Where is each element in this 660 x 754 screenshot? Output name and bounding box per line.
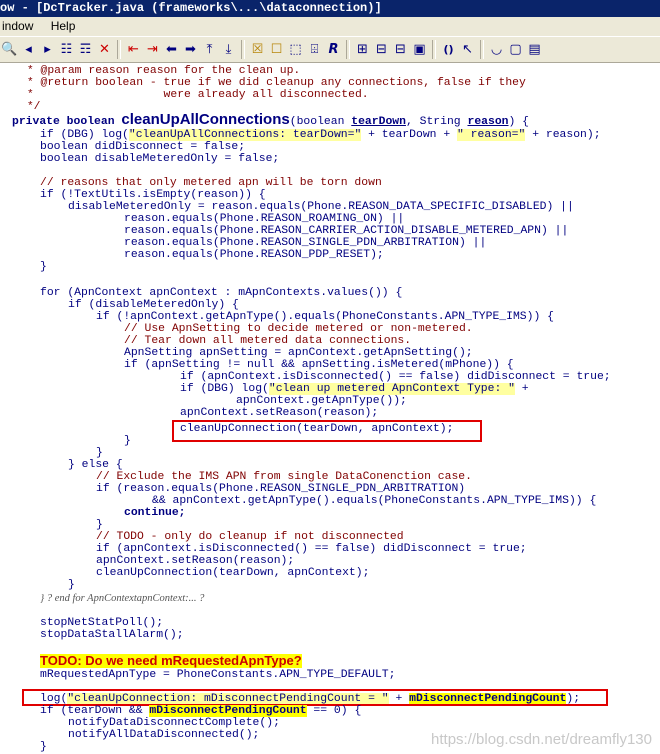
code-line: stopDataStallAlarm(); — [40, 629, 184, 641]
code-line: stopNetStatPoll(); — [40, 617, 164, 629]
layout-2-icon[interactable]: ⊟ — [373, 40, 390, 59]
code-line: if (apnContext.isDisconnected() == false… — [180, 371, 611, 383]
code-line: } — [96, 447, 103, 459]
binoculars-prev-icon[interactable]: ◂ — [20, 40, 37, 59]
code-line: if (reason.equals(Phone.REASON_SINGLE_PD… — [96, 483, 466, 495]
code-line: cleanUpConnection(tearDown, apnContext); — [96, 567, 370, 579]
jump-up-icon[interactable]: ⤒ — [201, 40, 218, 59]
code-line: // Exclude the IMS APN from single DataC… — [96, 471, 472, 483]
code-line: boolean disableMeteredOnly = false; — [40, 153, 280, 165]
code-line: } — [124, 435, 131, 447]
brace-icon[interactable]: ◡ — [488, 40, 505, 59]
code-line: notifyAllDataDisconnected(); — [68, 729, 260, 741]
layout-4-icon[interactable]: ▣ — [411, 40, 428, 59]
toolbar-separator — [117, 40, 121, 59]
toolbar: 🔍 ◂ ▸ ☷ ☶ ✕ ⇤ ⇥ ⬅ ➡ ⤒ ⤓ ☒ ☐ ⬚ ⌹ R ⊞ ⊟ ⊟ … — [0, 36, 660, 63]
arrow-right-icon[interactable]: ➡ — [182, 40, 199, 59]
code-line: if (!apnContext.getApnType().equals(Phon… — [96, 311, 554, 323]
code-line: apnContext.getApnType()); — [236, 395, 407, 407]
code-line: ApnSetting apnSetting = apnContext.getAp… — [124, 347, 473, 359]
code-line: reason.equals(Phone.REASON_CARRIER_ACTIO… — [124, 225, 569, 237]
todo-note: TODO: Do we need mRequestedApnType? — [40, 653, 302, 668]
toolbar-separator — [241, 40, 245, 59]
code-line: } — [68, 579, 75, 591]
code-line: // TODO - only do cleanup if not disconn… — [96, 531, 404, 543]
code-line: if (DBG) log("cleanUpAllConnections: tea… — [40, 129, 601, 141]
code-line: } — [40, 261, 47, 273]
watermark: https://blog.csdn.net/dreamfly130 — [431, 731, 652, 748]
jump-out-icon[interactable]: ⤓ — [220, 40, 237, 59]
code-line: if (tearDown && mDisconnectPendingCount … — [40, 705, 362, 717]
annotation-box — [172, 420, 482, 442]
extra-icon[interactable]: ▤ — [526, 40, 543, 59]
code-line: notifyDataDisconnectComplete(); — [68, 717, 280, 729]
code-line: if (apnContext.isDisconnected() == false… — [96, 543, 527, 555]
relation-icon[interactable]: ⬚ — [287, 40, 304, 59]
pointer-help-icon[interactable]: ↖ — [459, 40, 476, 59]
code-line: if (apnSetting != null && apnSetting.isM… — [124, 359, 514, 371]
code-line: // reasons that only metered apn will be… — [40, 177, 382, 189]
method-name: cleanUpAllConnections — [121, 111, 290, 128]
code-line: if (disableMeteredOnly) { — [68, 299, 239, 311]
method-signature: private boolean cleanUpAllConnections(bo… — [12, 111, 530, 128]
end-for-annotation: } ? end for ApnContextapnContext:... ? — [40, 593, 205, 604]
annotation-box — [22, 689, 608, 706]
code-line: * @return boolean - true if we did clean… — [20, 77, 526, 89]
toolbar-separator — [432, 40, 436, 59]
code-line: reason.equals(Phone.REASON_ROAMING_ON) |… — [124, 213, 405, 225]
code-line: && apnContext.getApnType().equals(PhoneC… — [152, 495, 597, 507]
binoculars-alt-icon[interactable]: ☶ — [77, 40, 94, 59]
regex-r-icon[interactable]: R — [325, 40, 342, 59]
menu-bar: indow Help — [0, 17, 660, 36]
binoculars-next-icon[interactable]: ▸ — [39, 40, 56, 59]
symbol-window-icon[interactable]: ☐ — [268, 40, 285, 59]
toolbar-separator — [346, 40, 350, 59]
code-line: if (!TextUtils.isEmpty(reason)) { — [40, 189, 266, 201]
code-line: // Use ApnSetting to decide metered or n… — [124, 323, 473, 335]
menu-window[interactable]: indow — [0, 19, 35, 33]
code-line: * @param reason reason for the clean up. — [20, 65, 301, 77]
code-line: */ — [20, 101, 41, 113]
code-line: boolean didDisconnect = false; — [40, 141, 246, 153]
code-line: if (DBG) log("clean up metered ApnContex… — [180, 383, 529, 395]
binoculars-all-icon[interactable]: ☷ — [58, 40, 75, 59]
code-line: disableMeteredOnly = reason.equals(Phone… — [68, 201, 574, 213]
book-icon[interactable]: ⌹ — [306, 40, 323, 59]
code-line: apnContext.setReason(reason); — [180, 407, 379, 419]
lock-icon[interactable]: ☒ — [249, 40, 266, 59]
code-line: } — [96, 519, 103, 531]
code-line: reason.equals(Phone.REASON_SINGLE_PDN_AR… — [124, 237, 487, 249]
find-close-icon[interactable]: ✕ — [96, 40, 113, 59]
code-line: * were already all disconnected. — [20, 89, 369, 101]
code-line: for (ApnContext apnContext : mApnContext… — [40, 287, 403, 299]
binoculars-icon[interactable]: 🔍 — [1, 40, 18, 59]
arrow-left-icon[interactable]: ⬅ — [163, 40, 180, 59]
bookmark-right-icon[interactable]: ⇥ — [144, 40, 161, 59]
code-editor[interactable]: * @param reason reason for the clean up.… — [0, 63, 660, 754]
code-line: reason.equals(Phone.REASON_PDP_RESET); — [124, 249, 384, 261]
code-line: // Tear down all metered data connection… — [124, 335, 412, 347]
query-icon[interactable]: () — [440, 40, 457, 59]
layout-1-icon[interactable]: ⊞ — [354, 40, 371, 59]
layout-3-icon[interactable]: ⊟ — [392, 40, 409, 59]
code-line: } else { — [68, 459, 123, 471]
toolbar-separator — [480, 40, 484, 59]
menu-help[interactable]: Help — [49, 19, 78, 33]
code-line: continue; — [124, 507, 186, 519]
window-title-bar[interactable]: ow - [DcTracker.java (frameworks\...\dat… — [0, 0, 660, 17]
code-line: mRequestedApnType = PhoneConstants.APN_T… — [40, 669, 396, 681]
code-line: } — [40, 741, 47, 753]
screen-icon[interactable]: ▢ — [507, 40, 524, 59]
code-line: apnContext.setReason(reason); — [96, 555, 295, 567]
bookmark-left-icon[interactable]: ⇤ — [125, 40, 142, 59]
window-title: ow - [DcTracker.java (frameworks\...\dat… — [0, 1, 382, 15]
